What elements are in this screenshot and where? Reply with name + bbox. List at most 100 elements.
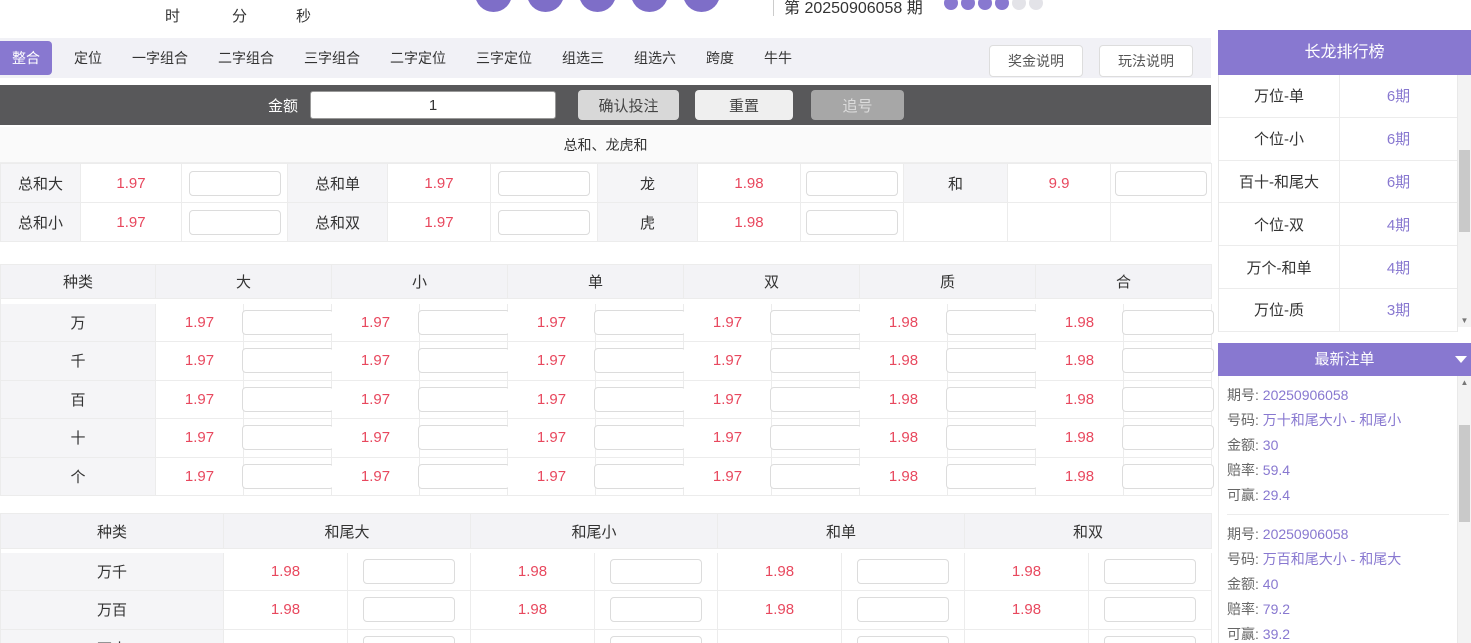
amount-input[interactable] [310,91,556,119]
tab-二字定位[interactable]: 二字定位 [390,48,446,68]
bet-amount-input[interactable] [363,597,455,623]
row-label: 万千 [1,552,224,591]
tab-整合[interactable]: 整合 [0,41,52,75]
bet-amount-input[interactable] [1121,425,1214,451]
bet-amount-input[interactable] [188,170,281,196]
bets-scrollbar-thumb[interactable] [1459,425,1470,522]
bets-scrollbar-track[interactable]: ▲ [1458,376,1471,643]
chevron-down-icon[interactable] [1455,356,1467,363]
bet-period-line: 期号: 20250906058 [1227,383,1457,408]
bet-amount-input[interactable] [1121,309,1214,335]
odds-value: 1.98 [718,591,842,630]
bet-amount-input[interactable] [498,209,590,235]
bet-amount-input[interactable] [1104,597,1196,623]
scroll-up-icon[interactable]: ▲ [1458,378,1471,387]
bet-amount-input[interactable] [498,170,590,196]
latest-bets-list: 期号: 20250906058 号码: 万十和尾大小 - 和尾小 金额: 30 赔率:… [1218,376,1458,643]
tab-组选三[interactable]: 组选三 [562,48,604,68]
tab-一字组合[interactable]: 一字组合 [132,48,188,68]
bet-amount-input[interactable] [417,425,510,451]
bet-amount-input[interactable] [857,597,949,623]
bet-amount-input[interactable] [241,386,334,412]
bet-amount-input[interactable] [241,348,334,374]
bet-amount-input[interactable] [806,170,898,196]
bet-amount-input[interactable] [857,635,949,643]
bet-amount-input[interactable] [593,463,686,489]
tab-组选六[interactable]: 组选六 [634,48,676,68]
bet-amount-input[interactable] [417,309,510,335]
bet-amount-input[interactable] [610,635,702,643]
bet-input-cell [769,342,862,381]
tab-定位[interactable]: 定位 [74,48,102,68]
chase-number-button[interactable]: 追号 [811,90,904,120]
bet-amount-input[interactable] [769,386,862,412]
bet-amount-input[interactable] [363,558,455,584]
rules-info-button[interactable]: 玩法说明 [1099,45,1193,77]
bet-amount-input[interactable] [945,463,1038,489]
bet-amount-input[interactable] [769,348,862,374]
column-header: 和尾大 [224,514,471,549]
period-dot-filled [995,0,1009,10]
bonus-info-button[interactable]: 奖金说明 [989,45,1083,77]
dragon-rank-periods[interactable]: 6期 [1340,118,1457,160]
bet-amount-input[interactable] [241,309,334,335]
bet-win-value: 39.2 [1262,626,1291,642]
confirm-bet-button[interactable]: 确认投注 [578,90,679,120]
bet-type-label: 虎 [598,203,698,242]
bet-period-label: 期号: [1227,387,1263,403]
tab-三字组合[interactable]: 三字组合 [304,48,360,68]
dragon-rank-row: 万个-和单 4期 [1219,246,1457,289]
bet-type-label: 和 [904,164,1008,203]
bet-amount-input[interactable] [610,558,702,584]
bet-amount-input[interactable] [417,386,510,412]
bet-input-cell [593,342,686,381]
dragon-rank-periods[interactable]: 4期 [1340,203,1457,245]
bet-amount-input[interactable] [593,386,686,412]
tab-跨度[interactable]: 跨度 [706,48,734,68]
bet-amount-input[interactable] [769,309,862,335]
odds-value: 1.97 [508,303,596,342]
bet-amount-input[interactable] [945,348,1038,374]
dragon-rank-periods[interactable]: 6期 [1340,161,1457,203]
bet-amount-input[interactable] [769,463,862,489]
bet-amount-input[interactable] [241,463,334,489]
dragon-rank-periods[interactable]: 6期 [1340,75,1457,117]
odds-value: 1.97 [332,342,420,381]
bet-amount-input[interactable] [363,635,455,643]
dragon-scrollbar-thumb[interactable] [1459,150,1470,232]
bet-amount-input[interactable] [417,348,510,374]
bet-amount-input[interactable] [417,463,510,489]
bet-amount-input[interactable] [1115,170,1207,196]
dragon-scrollbar-track[interactable]: ▼ [1458,75,1471,327]
bet-amount-input[interactable] [1121,348,1214,374]
bet-amount-input[interactable] [1104,558,1196,584]
bet-amount-input[interactable] [945,309,1038,335]
clock-second-label: 秒 [296,8,312,25]
odds-value: 1.97 [156,342,244,381]
bet-input-cell [241,457,334,496]
bet-amount-input[interactable] [188,209,281,235]
bet-amount-input[interactable] [1121,463,1214,489]
reset-button[interactable]: 重置 [695,90,793,120]
odds-value: 1.97 [388,203,491,242]
tab-二字组合[interactable]: 二字组合 [218,48,274,68]
bet-amount-input[interactable] [1121,386,1214,412]
tab-牛牛[interactable]: 牛牛 [764,48,792,68]
bet-amount-input[interactable] [593,309,686,335]
bet-amount-input[interactable] [593,425,686,451]
dragon-rank-periods[interactable]: 4期 [1340,246,1457,288]
bet-amount-input[interactable] [945,425,1038,451]
bet-amount-input[interactable] [769,425,862,451]
dragon-rank-periods[interactable]: 3期 [1340,289,1457,331]
bet-amount-input[interactable] [610,597,702,623]
bet-amount-input[interactable] [593,348,686,374]
bet-amount-input[interactable] [945,386,1038,412]
scroll-down-icon[interactable]: ▼ [1458,316,1471,325]
tab-三字定位[interactable]: 三字定位 [476,48,532,68]
bet-amount-input[interactable] [857,558,949,584]
bet-amount-value: 40 [1262,576,1279,592]
bet-amount-input[interactable] [1104,635,1196,643]
bet-amount-input[interactable] [241,425,334,451]
odds-value: 1.98 [1036,419,1124,458]
bet-amount-input[interactable] [806,209,898,235]
